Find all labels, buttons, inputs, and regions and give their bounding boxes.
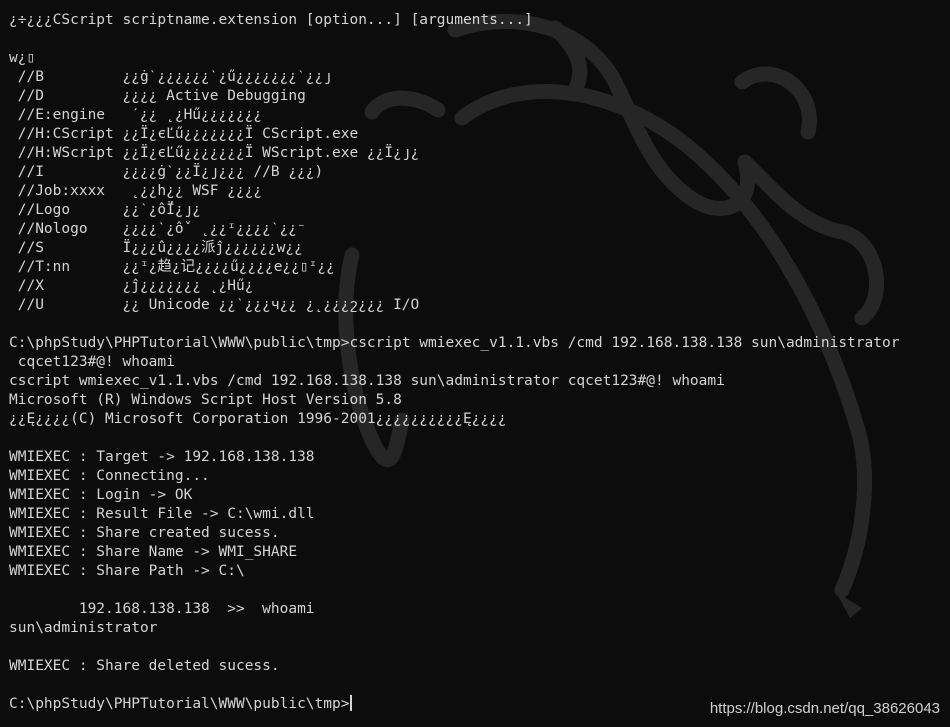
terminal-line: 192.168.138.138 >> whoami [9, 601, 315, 617]
terminal-line: ¿¿Ę¿¿¿¿(C) Microsoft Corporation 1996-20… [9, 411, 507, 427]
terminal-window[interactable]: ¿÷¿¿¿CScript scriptname.extension [optio… [0, 0, 950, 727]
terminal-line: //X ¿ĵ¿¿¿¿¿¿¿ ˛¿Hű¿ [9, 278, 254, 294]
terminal-line: //Job:xxxx ˛¿¿h¿¿ WSF ¿¿¿¿ [9, 183, 263, 199]
terminal-line: ¿÷¿¿¿CScript scriptname.extension [optio… [9, 12, 533, 28]
terminal-line: WMIEXEC : Result File -> C:\wmi.dll [9, 506, 315, 522]
terminal-output: ¿÷¿¿¿CScript scriptname.extension [optio… [9, 11, 950, 714]
terminal-line: //B ¿¿ġˋ¿¿¿¿¿¿ˋ¿ű¿¿¿¿¿¿¿ˋ¿¿յ [9, 69, 332, 85]
terminal-line: Microsoft (R) Windows Script Host Versio… [9, 392, 402, 408]
terminal-line: C:\phpStudy\PHPTutorial\WWW\public\tmp>c… [9, 335, 900, 351]
terminal-line: //T:nn ¿¿ᶦ¿趋¿记¿¿¿¿ű¿¿¿¿e¿¿▯ᶦ¿¿ [9, 259, 335, 275]
terminal-line: w¿▯ [9, 50, 36, 66]
watermark-url: https://blog.csdn.net/qq_38626043 [709, 700, 940, 717]
terminal-line: WMIEXEC : Share Name -> WMI_SHARE [9, 544, 298, 560]
terminal-line: WMIEXEC : Target -> 192.168.138.138 [9, 449, 315, 465]
terminal-line: //H:CScript ¿¿Ï¿єĽű¿¿¿¿¿¿¿Ï CScript.exe [9, 126, 359, 142]
terminal-line: //U ¿¿ Unicode ¿¿ˋ¿¿¿ч¿¿ ¿˛¿¿¿շ¿¿¿ I/O [9, 297, 420, 313]
terminal-line: cqcet123#@! whoami [9, 354, 175, 370]
terminal-line: //Nologo ¿¿¿¿ˋ¿ôˇ ˛¿¿ᶦ¿¿¿¿ˋ¿¿⁻ [9, 221, 306, 237]
terminal-line: WMIEXEC : Login -> OK [9, 487, 193, 503]
terminal-line: //D ¿¿¿¿ Active Debugging [9, 88, 306, 104]
terminal-line: WMIEXEC : Connecting... [9, 468, 210, 484]
terminal-line: WMIEXEC : Share Path -> C:\ [9, 563, 245, 579]
terminal-line: //H:WScript ¿¿Ï¿єĽű¿¿¿¿¿¿¿Ï WScript.exe … [9, 145, 420, 161]
terminal-line: //Logo ¿¿ˋ¿ốÏ¿յ¿ [9, 202, 202, 218]
terminal-line: WMIEXEC : Share deleted sucess. [9, 658, 280, 674]
terminal-line: //S Ï¿¿¿û¿¿¿¿派ĵ¿¿¿¿¿¿w¿¿ [9, 240, 303, 256]
terminal-line: WMIEXEC : Share created sucess. [9, 525, 280, 541]
prompt-text: C:\phpStudy\PHPTutorial\WWW\public\tmp> [9, 696, 350, 712]
terminal-line: cscript wmiexec_v1.1.vbs /cmd 192.168.13… [9, 373, 725, 389]
terminal-line: //E:engine ˊ¿¿ ˛¿Hű¿¿¿¿¿¿¿ [9, 107, 263, 123]
text-cursor [350, 695, 352, 711]
terminal-line: //I ¿¿¿¿ġˋ¿¿Ï¿յ¿¿¿ //B ¿¿¿) [9, 164, 324, 180]
terminal-line: sun\administrator [9, 620, 158, 636]
